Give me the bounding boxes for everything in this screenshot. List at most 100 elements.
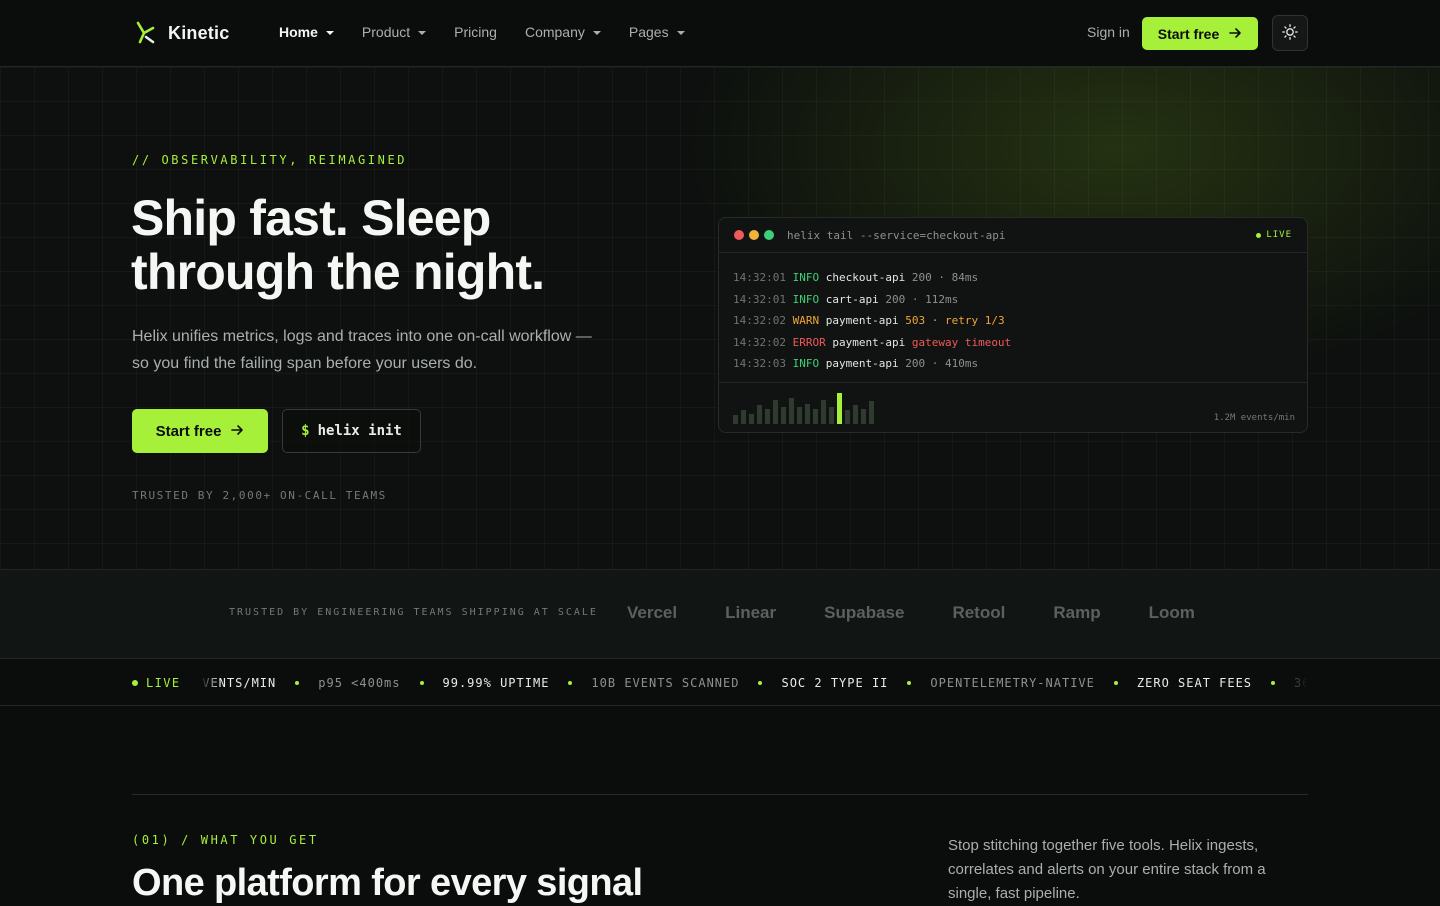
sparkline-bar	[821, 400, 826, 424]
window-close-dot	[734, 230, 744, 240]
window-minimize-dot	[749, 230, 759, 240]
sparkline-bar	[757, 405, 762, 424]
log-status: 200	[911, 271, 932, 284]
sparkline-bar	[813, 409, 818, 424]
log-line: 14:32:03 INFO payment-api 200 · 410ms	[733, 353, 1293, 375]
hero-start-free-button[interactable]: Start free	[132, 409, 268, 453]
log-level: INFO	[792, 271, 820, 284]
ticker-item: SOC 2 TYPE II	[781, 676, 889, 690]
terminal-header: helix tail --service=checkout-api LIVE	[719, 218, 1307, 253]
nav-link-home[interactable]: Home	[279, 24, 334, 40]
caret-down-icon	[418, 30, 427, 35]
terminal-window: helix tail --service=checkout-api LIVE 1…	[718, 217, 1308, 433]
log-detail: 112ms	[925, 292, 959, 306]
log-timestamp: 14:32:03	[733, 357, 786, 370]
hero-subtitle: Helix unifies metrics, logs and traces i…	[132, 328, 592, 372]
log-status: 200	[885, 292, 906, 306]
log-timestamp: 14:32:02	[733, 335, 786, 349]
caret-down-icon	[676, 30, 685, 35]
customer-logo-retool: Retool	[952, 603, 1006, 622]
hero-trusted-text: TRUSTED BY 2,000+ ON-CALL TEAMS	[132, 489, 387, 502]
ticker-item: 30-	[1294, 676, 1308, 690]
nav-link-label: Product	[361, 24, 411, 40]
terminal-live-badge: LIVE	[1256, 230, 1292, 240]
top-nav: Kinetic Home Product Pricing Company Pages S…	[0, 0, 1440, 67]
theme-toggle-button[interactable]	[1272, 15, 1308, 51]
brand-name: Kinetic	[168, 22, 230, 43]
event-rate-label: 1.2M events/min	[1213, 413, 1295, 423]
hero-start-free-label: Start free	[155, 422, 222, 440]
sparkline-bar	[845, 410, 850, 424]
hero-title-line-2: through the night.	[131, 244, 545, 300]
sparkline-bar	[797, 407, 802, 424]
what-you-get-section: (01) / WHAT YOU GET One platform for eve…	[0, 706, 1440, 904]
log-level: INFO	[792, 292, 820, 306]
nav-link-label: Home	[279, 24, 318, 40]
sparkline-bar	[829, 407, 834, 424]
terminal-footer: 1.2M events/min	[719, 382, 1307, 432]
ticker-separator-dot	[1271, 681, 1276, 685]
nav-link-pricing[interactable]: Pricing	[454, 24, 497, 40]
live-dot-icon	[132, 680, 138, 686]
hero-section: // OBSERVABILITY, REIMAGINED Ship fast. …	[0, 67, 1440, 570]
ticker-separator-dot	[568, 681, 573, 685]
terminal-live-label: LIVE	[1266, 230, 1292, 240]
sparkline-bar	[861, 409, 866, 424]
live-dot-icon	[1256, 232, 1262, 238]
log-separator: ·	[931, 357, 939, 370]
event-rate-sparkline	[733, 390, 874, 424]
ticker-item: ZERO SEAT FEES	[1136, 676, 1253, 690]
nav-link-label: Pages	[628, 24, 669, 40]
terminal-log-output: 14:32:01 INFO checkout-api 200 · 84ms 14:…	[719, 253, 1307, 375]
ticker-item: p95 <400ms	[318, 676, 401, 690]
nav-link-pages[interactable]: Pages	[629, 24, 685, 40]
brand-logo[interactable]: Kinetic	[134, 20, 229, 46]
caret-down-icon	[592, 30, 601, 35]
nav-start-free-button[interactable]: Start free	[1142, 17, 1258, 50]
log-separator: ·	[931, 314, 939, 327]
hero-title: Ship fast. Sleep through the night.	[131, 191, 691, 299]
log-line: 14:32:01 INFO cart-api 200 · 112ms	[733, 289, 1293, 311]
ticker-separator-dot	[758, 681, 763, 685]
hero-title-line-1: Ship fast. Sleep	[131, 190, 491, 246]
helix-init-command-button[interactable]: $ helix init	[282, 409, 421, 453]
log-detail: 84ms	[951, 271, 979, 284]
sparkline-bar	[765, 409, 770, 424]
log-service: payment-api	[825, 357, 899, 370]
ticker-item: EVENTS/MIN	[200, 676, 277, 690]
sparkline-bar	[789, 398, 794, 424]
trusted-by-strip: TRUSTED BY ENGINEERING TEAMS SHIPPING AT…	[0, 570, 1440, 659]
nav-link-label: Company	[524, 24, 585, 40]
log-timestamp: 14:32:01	[733, 271, 786, 284]
log-status: 200	[905, 357, 926, 370]
log-detail: gateway timeout	[911, 335, 1012, 349]
log-service: cart-api	[825, 292, 879, 306]
helix-init-label: helix init	[317, 423, 402, 439]
sparkline-bar	[741, 410, 746, 424]
log-level: WARN	[792, 314, 820, 327]
sparkline-bar	[853, 405, 858, 424]
section-description: Stop stitching together five tools. Heli…	[948, 837, 1266, 902]
sun-icon	[1282, 23, 1298, 43]
sparkline-bar	[869, 401, 874, 424]
section-eyebrow: (01) / WHAT YOU GET	[132, 833, 319, 847]
log-level: INFO	[792, 357, 820, 370]
sparkline-bar	[773, 400, 778, 424]
sign-in-link[interactable]: Sign in	[1087, 24, 1130, 40]
customer-logos: Vercel Linear Supabase Retool Ramp Loom	[627, 603, 1243, 623]
ticker-live-badge: LIVE	[132, 676, 181, 690]
ticker-separator-dot	[1113, 681, 1118, 685]
primary-nav: Home Product Pricing Company Pages	[279, 24, 713, 40]
stats-ticker: LIVE EVENTS/MIN p95 <400ms 99.99% UPTIME 10…	[0, 659, 1440, 706]
nav-link-product[interactable]: Product	[361, 24, 427, 40]
log-status: 503	[905, 314, 926, 327]
ticker-separator-dot	[419, 681, 424, 685]
log-timestamp: 14:32:02	[733, 314, 786, 327]
arrow-right-icon	[1229, 26, 1242, 42]
customer-logo-vercel: Vercel	[627, 603, 678, 622]
nav-link-label: Pricing	[454, 24, 497, 40]
customer-logo-supabase: Supabase	[824, 603, 905, 622]
sparkline-bar	[805, 404, 810, 424]
nav-link-company[interactable]: Company	[525, 24, 601, 40]
log-service: payment-api	[825, 314, 899, 327]
